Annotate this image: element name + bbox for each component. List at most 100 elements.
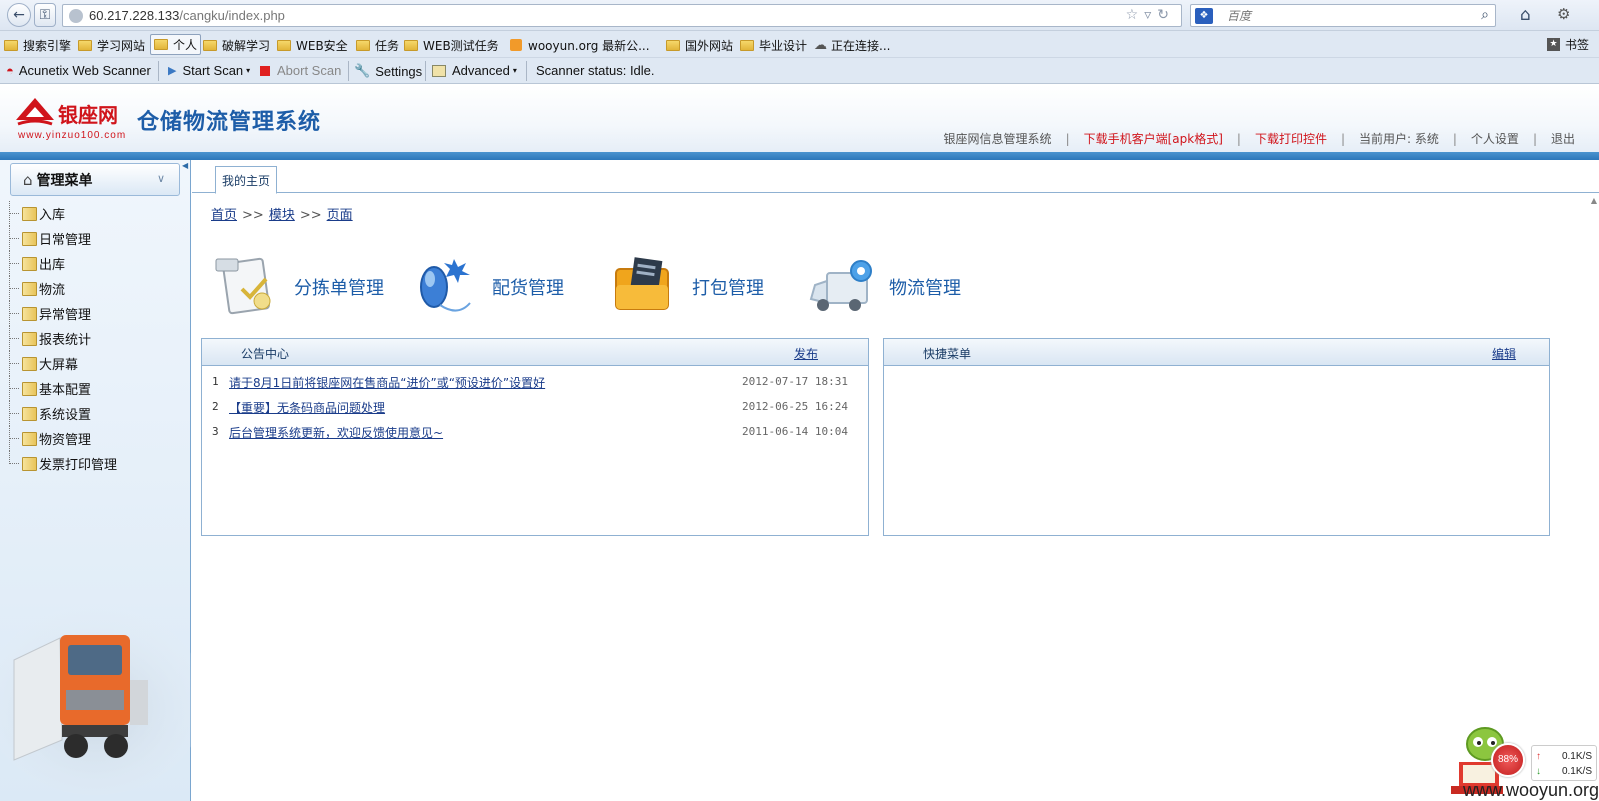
notice-date: 2012-06-25 16:24 [742, 400, 848, 413]
collapse-sidebar-icon[interactable]: ◀ [182, 161, 188, 170]
scroll-up-icon[interactable]: ▲ [1591, 196, 1597, 205]
breadcrumb-module[interactable]: 模块 [269, 208, 295, 223]
download-apk-link[interactable]: 下载手机客户端[apk格式] [1084, 130, 1223, 147]
quick-menu-title: 快捷菜单 [923, 347, 972, 361]
notice-number: 2 [212, 400, 219, 413]
bookmark-folder[interactable]: 搜索引擎 [4, 36, 71, 54]
back-button[interactable]: ← [7, 3, 31, 27]
bookmark-rss-feed[interactable]: wooyun.org 最新公... [510, 36, 650, 54]
chevron-down-icon[interactable]: ∨ [157, 172, 165, 185]
address-bar[interactable]: 60.217.228.133/cangku/index.php ☆▿↻ [62, 4, 1182, 27]
breadcrumb-page[interactable]: 页面 [327, 208, 353, 223]
list-item: 1 请于8月1日前将银座网在售商品“进价”或“预设进价”设置好 2012-07-… [202, 370, 868, 395]
connecting-icon: ☁ [814, 37, 827, 53]
acunetix-menu[interactable]: ◓ Acunetix Web Scanner [6, 63, 151, 78]
folder-icon [740, 39, 754, 51]
start-scan-button[interactable]: ▶ Start Scan ▾ [168, 63, 250, 78]
dropdown-icon[interactable]: ▿ [1144, 7, 1157, 23]
advanced-button[interactable]: Advanced ▾ [432, 63, 517, 78]
system-title: 仓储物流管理系统 [137, 110, 322, 135]
cpu-usage-badge[interactable]: 88% [1491, 743, 1525, 777]
bookmarks-star-icon: ★ [1546, 38, 1560, 51]
edit-link[interactable]: 编辑 [1492, 345, 1516, 362]
bookmark-folder[interactable]: 学习网站 [78, 36, 145, 54]
menu-header[interactable]: ⌂ 管理菜单 ∨ [10, 163, 180, 196]
folder-icon [22, 256, 37, 271]
bookmark-folder[interactable]: 破解学习 [203, 36, 270, 54]
search-input[interactable] [1227, 8, 1467, 23]
publish-link[interactable]: 发布 [794, 345, 818, 362]
module-sorting[interactable]: 分拣单管理 [212, 255, 384, 319]
folder-icon [203, 39, 217, 51]
notice-title-link[interactable]: 【重要】无条码商品问题处理 [229, 399, 385, 416]
bookmarks-menu-button[interactable]: ★ 书签 [1546, 36, 1589, 53]
sidebar-item-invoice-print[interactable]: 发票打印管理 [8, 451, 186, 476]
bookmark-folder[interactable]: WEB测试任务 [404, 36, 499, 54]
bookmark-folder[interactable]: 任务 [356, 36, 399, 54]
info-system-link[interactable]: 银座网信息管理系统 [944, 130, 1052, 147]
search-icon[interactable]: ⌕ [1481, 7, 1489, 23]
sidebar-item-system-settings[interactable]: 系统设置 [8, 401, 186, 426]
module-packing[interactable]: 打包管理 [610, 255, 764, 319]
bookmark-folder[interactable]: WEB安全 [277, 36, 348, 54]
url-path: /cangku/index.php [179, 8, 285, 23]
sidebar-item-label: 物流 [39, 283, 66, 298]
logo-name: 银座网 [58, 103, 118, 127]
bookmark-loading[interactable]: ☁ 正在连接... [814, 36, 890, 54]
sidebar-item-outbound[interactable]: 出库 [8, 251, 186, 276]
bookmark-star-icon[interactable]: ☆ [1126, 7, 1145, 23]
breadcrumb-home[interactable]: 首页 [211, 208, 237, 223]
notice-number: 3 [212, 425, 219, 438]
sidebar-item-label: 发票打印管理 [39, 458, 118, 473]
download-speed: 0.1K/S [1561, 766, 1592, 777]
baidu-engine-icon[interactable]: ❖ [1195, 7, 1213, 24]
module-distribution[interactable]: 配货管理 [410, 255, 564, 319]
download-print-link[interactable]: 下载打印控件 [1255, 130, 1327, 147]
reload-icon[interactable]: ↻ [1157, 7, 1175, 23]
tab-my-home[interactable]: 我的主页 [215, 166, 278, 194]
sidebar-item-basic-config[interactable]: 基本配置 [8, 376, 186, 401]
home-icon[interactable]: ⌂ [1520, 5, 1531, 25]
notice-date: 2011-06-14 10:04 [742, 425, 848, 438]
settings-button[interactable]: 🔧 Settings [354, 63, 422, 79]
abort-scan-button[interactable]: Abort Scan [260, 63, 341, 78]
current-user: 当前用户: 系统 [1359, 132, 1439, 146]
dropdown-arrow-icon: ▾ [246, 66, 251, 75]
folder-icon [22, 306, 37, 321]
menu-title: 管理菜单 [36, 172, 93, 189]
sidebar-item-big-screen[interactable]: 大屏幕 [8, 351, 186, 376]
notice-title-link[interactable]: 后台管理系统更新，欢迎反馈使用意见~ [229, 424, 443, 441]
sidebar-item-logistics[interactable]: 物流 [8, 276, 186, 301]
bookmark-folder[interactable]: 个人 [150, 34, 202, 55]
addon-icon[interactable]: ⚙ [1557, 5, 1570, 23]
identity-key-button[interactable]: ⚿ [34, 3, 56, 27]
sidebar-item-exceptions[interactable]: 异常管理 [8, 301, 186, 326]
address-bar-icons: ☆▿↻ [1126, 7, 1175, 23]
main-content: 我的主页 ▲ 首页 >> 模块 >> 页面 分拣单管理 配货管理 打包管理 物流… [192, 160, 1599, 801]
scanner-status-text: Scanner status: Idle. [536, 63, 655, 78]
sidebar-item-label: 基本配置 [39, 383, 92, 398]
acunetix-logo-icon: ◓ [6, 63, 14, 78]
sidebar-item-reports[interactable]: 报表统计 [8, 326, 186, 351]
module-logistics[interactable]: 物流管理 [807, 255, 961, 319]
notice-number: 1 [212, 375, 219, 388]
bookmark-folder[interactable]: 毕业设计 [740, 36, 807, 54]
folder-icon [154, 39, 168, 50]
sidebar-item-materials[interactable]: 物资管理 [8, 426, 186, 451]
acunetix-toolbar: ◓ Acunetix Web Scanner ▶ Start Scan ▾ Ab… [0, 58, 1599, 84]
link-separator: | [1340, 131, 1346, 146]
bookmark-label: WEB测试任务 [423, 38, 499, 53]
sidebar-item-label: 物资管理 [39, 433, 92, 448]
clipboard-check-icon [215, 257, 271, 315]
module-label: 配货管理 [492, 278, 564, 299]
sidebar-item-inbound[interactable]: 入库 [8, 201, 186, 226]
sidebar-item-daily[interactable]: 日常管理 [8, 226, 186, 251]
notice-title-link[interactable]: 请于8月1日前将银座网在售商品“进价”或“预设进价”设置好 [229, 374, 545, 391]
personal-settings-link[interactable]: 个人设置 [1471, 130, 1519, 147]
folder-icon [4, 39, 18, 51]
upload-arrow-icon: ↑ [1536, 751, 1541, 762]
logout-link[interactable]: 退出 [1551, 130, 1575, 147]
list-item: 2 【重要】无条码商品问题处理 2012-06-25 16:24 [202, 395, 868, 420]
watermark: www.wooyun.org [1463, 780, 1599, 800]
bookmark-folder[interactable]: 国外网站 [666, 36, 733, 54]
